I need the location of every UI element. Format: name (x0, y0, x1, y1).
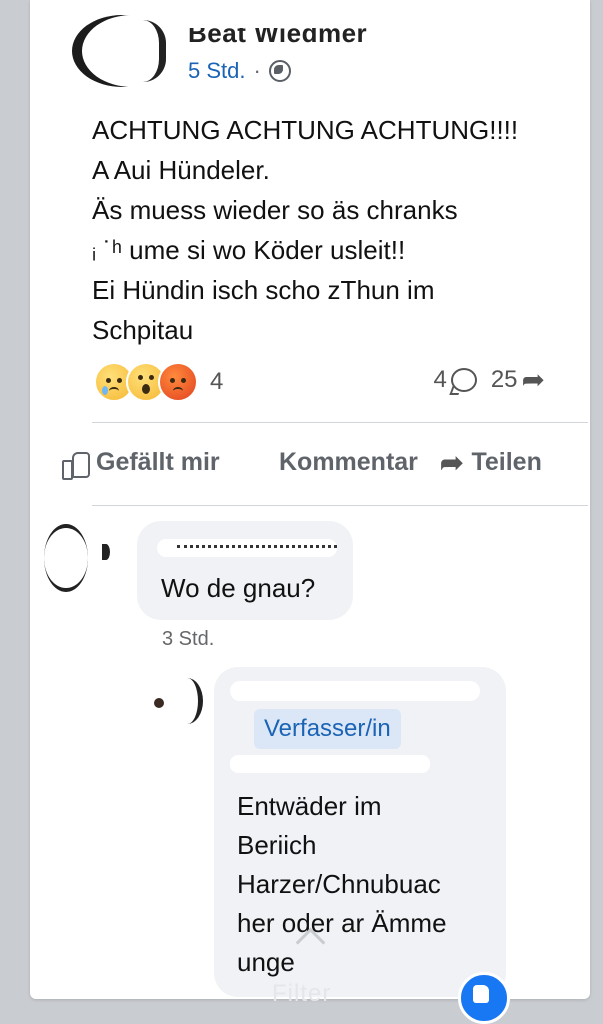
post-line: ᵢ ˙ʰ ume si wo Köder usleit!! (92, 235, 406, 265)
reply-avatar[interactable] (152, 678, 204, 726)
post-time[interactable]: 5 Std. (188, 58, 245, 84)
reactions-summary[interactable]: 4 (94, 362, 223, 402)
thumb-up-icon (62, 450, 90, 480)
redacted-mention (230, 755, 430, 773)
redacted-reply-name (230, 681, 480, 701)
redacted-commenter-name (157, 539, 337, 557)
action-bar: Gefällt mir Kommentar ➦ Teilen (62, 440, 562, 486)
comment-label: Kommentar (279, 448, 418, 476)
divider (92, 422, 588, 423)
author-badge: Verfasser/in (254, 709, 401, 749)
author-avatar[interactable] (72, 15, 172, 87)
comment-button[interactable]: Kommentar (279, 448, 418, 477)
comment-text: Wo de gnau? (161, 573, 316, 603)
filter-button[interactable]: Filter (272, 980, 331, 1008)
reply-line: her oder ar Ämme (237, 908, 447, 938)
reply-line: Beriich (237, 830, 317, 860)
post-line: Äs muess wieder so äs chranks (92, 195, 458, 225)
comment-stat[interactable]: 4 (433, 366, 477, 394)
redaction-mask (180, 8, 390, 28)
commenter-avatar[interactable] (36, 524, 110, 592)
reply-line: unge (237, 947, 295, 977)
share-label: Teilen (471, 448, 542, 476)
like-button[interactable]: Gefällt mir (62, 448, 220, 480)
comment-time[interactable]: 3 Std. (162, 628, 214, 651)
reply-line: Entwäder im (237, 791, 382, 821)
like-label: Gefällt mir (96, 448, 220, 476)
post-line: ACHTUNG ACHTUNG ACHTUNG!!!! (92, 115, 519, 145)
post-line: Ei Hündin isch scho zThun im (92, 275, 435, 305)
globe-icon (268, 60, 291, 82)
share-icon: ➦ (440, 446, 464, 478)
share-arrow-icon: ➦ (521, 364, 545, 395)
reply-text: Entwäder im Beriich Harzer/Chnubuac her … (237, 787, 447, 982)
comment-bubble-icon (450, 368, 477, 392)
angry-reaction-icon (158, 362, 198, 402)
share-count: 25 (490, 366, 518, 393)
post-stats: 4 25 ➦ (433, 366, 545, 394)
comment-count: 4 (433, 366, 447, 393)
comment-bubble[interactable]: Wo de gnau? (137, 521, 353, 620)
reply-line: Harzer/Chnubuac (237, 869, 441, 899)
share-stat[interactable]: 25 ➦ (491, 366, 545, 394)
divider (92, 505, 588, 506)
share-button[interactable]: ➦ Teilen (440, 448, 542, 477)
post-line: Schpitau (92, 315, 194, 345)
reaction-count: 4 (210, 368, 224, 395)
post-meta: 5 Std. · (188, 58, 291, 84)
post-body: ACHTUNG ACHTUNG ACHTUNG!!!! A Aui Hündel… (92, 110, 590, 350)
post-line: A Aui Hündeler. (92, 155, 270, 185)
reply-bubble[interactable]: Verfasser/in Entwäder im Beriich Harzer/… (214, 667, 506, 997)
meta-separator: · (253, 58, 261, 83)
like-fab-icon[interactable] (458, 972, 510, 1024)
